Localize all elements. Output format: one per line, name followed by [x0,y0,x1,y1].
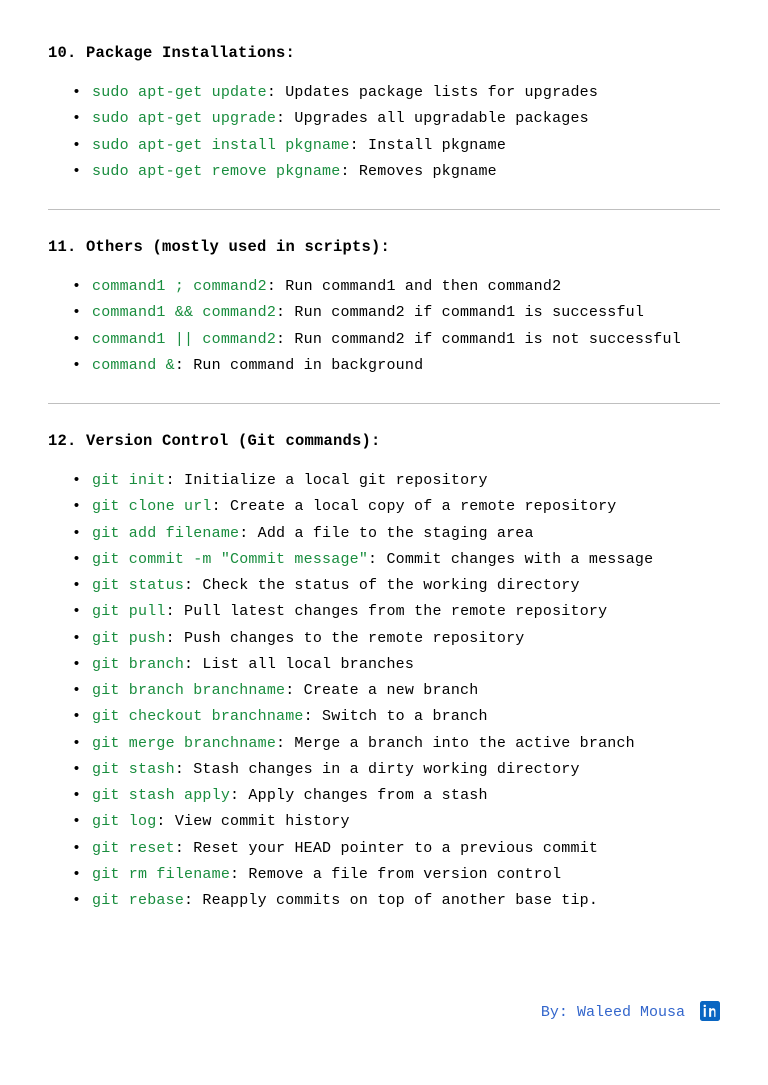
section-title-12: 12. Version Control (Git commands): [48,432,720,450]
description-text: : Create a new branch [285,682,478,699]
command-text: git stash apply [92,787,230,804]
description-text: : Commit changes with a message [368,551,653,568]
footer: By: Waleed Mousa [0,968,768,1022]
list-item: command1 && command2: Run command2 if co… [92,300,720,326]
description-text: : Upgrades all upgradable packages [276,110,589,127]
description-text: : List all local branches [184,656,414,673]
command-text: command & [92,357,175,374]
divider [48,403,720,404]
list-item: git add filename: Add a file to the stag… [92,521,720,547]
command-text: git pull [92,603,166,620]
list-item: git merge branchname: Merge a branch int… [92,731,720,757]
command-text: sudo apt-get update [92,84,267,101]
list-item: sudo apt-get remove pkgname: Removes pkg… [92,159,720,185]
command-text: git add filename [92,525,239,542]
list-item: command1 ; command2: Run command1 and th… [92,274,720,300]
description-text: : Run command2 if command1 is successful [276,304,644,321]
command-text: command1 ; command2 [92,278,267,295]
command-list-11: command1 ; command2: Run command1 and th… [48,274,720,379]
command-text: git reset [92,840,175,857]
list-item: git rebase: Reapply commits on top of an… [92,888,720,914]
description-text: : Stash changes in a dirty working direc… [175,761,580,778]
description-text: : Merge a branch into the active branch [276,735,635,752]
command-text: git rm filename [92,866,230,883]
list-item: sudo apt-get install pkgname: Install pk… [92,133,720,159]
list-item: git branch branchname: Create a new bran… [92,678,720,704]
command-text: git init [92,472,166,489]
command-text: command1 || command2 [92,331,276,348]
list-item: command &: Run command in background [92,353,720,379]
description-text: : View commit history [156,813,349,830]
list-item: git reset: Reset your HEAD pointer to a … [92,836,720,862]
list-item: git log: View commit history [92,809,720,835]
command-text: git merge branchname [92,735,276,752]
description-text: : Add a file to the staging area [239,525,533,542]
list-item: sudo apt-get upgrade: Upgrades all upgra… [92,106,720,132]
description-text: : Switch to a branch [304,708,488,725]
description-text: : Updates package lists for upgrades [267,84,598,101]
list-item: git checkout branchname: Switch to a bra… [92,704,720,730]
command-text: command1 && command2 [92,304,276,321]
list-item: git init: Initialize a local git reposit… [92,468,720,494]
description-text: : Initialize a local git repository [166,472,488,489]
list-item: git stash: Stash changes in a dirty work… [92,757,720,783]
command-text: git checkout branchname [92,708,304,725]
list-item: git branch: List all local branches [92,652,720,678]
command-text: git clone url [92,498,212,515]
list-item: git pull: Pull latest changes from the r… [92,599,720,625]
command-list-12: git init: Initialize a local git reposit… [48,468,720,914]
command-text: git rebase [92,892,184,909]
linkedin-icon[interactable] [700,1001,720,1021]
divider [48,209,720,210]
list-item: git commit -m "Commit message": Commit c… [92,547,720,573]
description-text: : Run command in background [175,357,423,374]
author-name: Waleed Mousa [577,1004,685,1021]
description-text: : Pull latest changes from the remote re… [166,603,608,620]
description-text: : Create a local copy of a remote reposi… [212,498,617,515]
description-text: : Apply changes from a stash [230,787,488,804]
description-text: : Run command2 if command1 is not succes… [276,331,681,348]
description-text: : Remove a file from version control [230,866,561,883]
command-text: git push [92,630,166,647]
description-text: : Install pkgname [350,137,506,154]
list-item: git status: Check the status of the work… [92,573,720,599]
command-list-10: sudo apt-get update: Updates package lis… [48,80,720,185]
command-text: git branch [92,656,184,673]
list-item: git rm filename: Remove a file from vers… [92,862,720,888]
command-text: sudo apt-get install pkgname [92,137,350,154]
description-text: : Reset your HEAD pointer to a previous … [175,840,598,857]
list-item: git stash apply: Apply changes from a st… [92,783,720,809]
list-item: git push: Push changes to the remote rep… [92,626,720,652]
section-title-11: 11. Others (mostly used in scripts): [48,238,720,256]
list-item: sudo apt-get update: Updates package lis… [92,80,720,106]
list-item: git clone url: Create a local copy of a … [92,494,720,520]
description-text: : Check the status of the working direct… [184,577,580,594]
command-text: sudo apt-get remove pkgname [92,163,340,180]
description-text: : Run command1 and then command2 [267,278,561,295]
section-title-10: 10. Package Installations: [48,44,720,62]
description-text: : Removes pkgname [340,163,496,180]
command-text: git commit -m "Commit message" [92,551,368,568]
command-text: git branch branchname [92,682,285,699]
command-text: sudo apt-get upgrade [92,110,276,127]
description-text: : Reapply commits on top of another base… [184,892,598,909]
command-text: git status [92,577,184,594]
by-label: By: [541,1004,568,1021]
page-content: 10. Package Installations: sudo apt-get … [0,0,768,968]
command-text: git stash [92,761,175,778]
list-item: command1 || command2: Run command2 if co… [92,327,720,353]
description-text: : Push changes to the remote repository [166,630,525,647]
command-text: git log [92,813,156,830]
